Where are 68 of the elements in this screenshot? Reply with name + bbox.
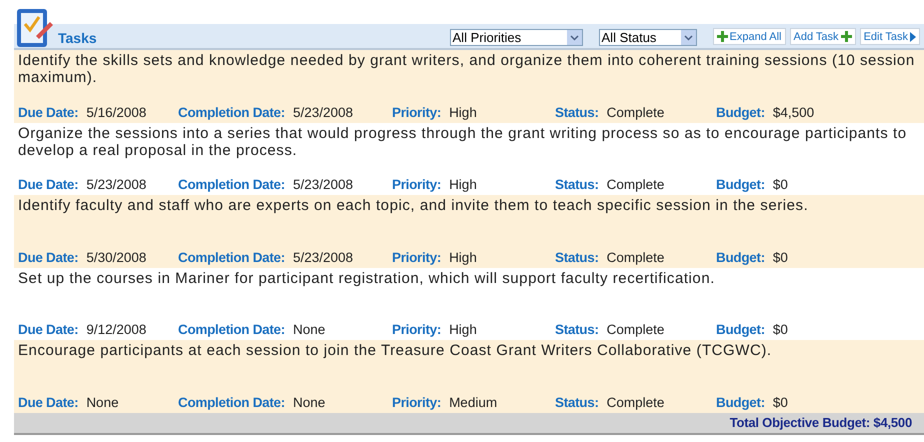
- filter-dropdown[interactable]: All Priorities: [450, 29, 583, 46]
- field-label: Status:: [555, 104, 599, 120]
- field-label: Due Date:: [18, 177, 78, 192]
- field-label: Completion Date:: [178, 250, 285, 264]
- field-value: High: [449, 104, 477, 120]
- field-value: None: [292, 322, 326, 337]
- field-label: Budget:: [716, 322, 765, 337]
- plus-icon: [716, 31, 728, 42]
- field-label: Budget:: [716, 104, 765, 120]
- field-value: None: [86, 394, 119, 410]
- field-label: Due Date:: [18, 322, 78, 337]
- total-budget: Total Objective Budget: $4,500: [730, 415, 912, 430]
- checklist-icon: [14, 6, 56, 50]
- task-description: Identify faculty and staff who are experts on each topic, and invite them to teach specific session in the series.: [18, 197, 810, 214]
- field-value: Complete: [606, 394, 664, 410]
- field-label: Status:: [555, 177, 599, 192]
- arrow-right-icon: [910, 32, 916, 42]
- toolbar-button[interactable]: Add Task: [790, 28, 856, 45]
- field-label: Budget:: [716, 250, 765, 264]
- field-value: 9/12/2008: [86, 322, 146, 337]
- field-label: Completion Date:: [178, 394, 285, 410]
- field-value: 5/16/2008: [86, 104, 146, 120]
- field-label: Budget:: [716, 177, 765, 192]
- field-label: Due Date:: [18, 250, 78, 264]
- plus-icon: [840, 31, 852, 42]
- field-label: Due Date:: [18, 394, 78, 410]
- task-description: Set up the courses in Mariner for participant registration, which will support faculty recertification.: [18, 270, 716, 286]
- field-value: Complete: [606, 250, 664, 264]
- field-value: 5/23/2008: [292, 104, 354, 120]
- field-value: None: [292, 394, 326, 410]
- field-label: Priority:: [392, 250, 442, 264]
- field-value: Complete: [606, 322, 664, 337]
- field-value: $4,500: [772, 104, 814, 120]
- field-label: Completion Date:: [178, 177, 285, 192]
- field-value: 5/30/2008: [86, 250, 146, 264]
- field-value: $0: [772, 322, 788, 337]
- field-label: Status:: [555, 394, 599, 410]
- task-description: Encourage participants at each session to join the Treasure Coast Grant Writers Collaborative (TCGWC).: [18, 342, 773, 359]
- field-label: Status:: [555, 322, 599, 337]
- filter-dropdown[interactable]: All Status: [598, 29, 697, 46]
- field-label: Priority:: [392, 394, 442, 410]
- field-label: Priority:: [392, 322, 442, 337]
- field-label: Completion Date:: [178, 322, 285, 337]
- field-value: High: [449, 177, 477, 192]
- field-label: Due Date:: [18, 104, 78, 120]
- field-value: $0: [772, 177, 788, 192]
- field-label: Status:: [555, 250, 599, 264]
- chevron-down-icon: [566, 30, 582, 45]
- field-value: 5/23/2008: [292, 177, 354, 192]
- tasks-title: Tasks: [58, 30, 97, 46]
- field-label: Completion Date:: [178, 104, 285, 120]
- field-label: Priority:: [392, 104, 442, 120]
- field-value: Complete: [606, 177, 664, 192]
- toolbar-button[interactable]: Edit Task: [860, 28, 920, 45]
- field-label: Budget:: [716, 394, 765, 410]
- task-description: Identify the skills sets and knowledge needed by grant writers, and organize them into coherent training sessions (10 session maximum).: [18, 52, 916, 86]
- field-label: Priority:: [392, 177, 442, 192]
- task-description: Organize the sessions into a series that would progress through the grant writing process so as to encourage participants to develop a real proposal in the process.: [18, 124, 908, 158]
- field-value: High: [449, 250, 477, 264]
- field-value: $0: [772, 250, 788, 264]
- field-value: High: [449, 322, 477, 337]
- field-value: 5/23/2008: [292, 250, 354, 264]
- field-value: Complete: [606, 104, 664, 120]
- field-value: Medium: [449, 394, 498, 410]
- toolbar-button[interactable]: Expand All: [712, 28, 786, 45]
- chevron-down-icon: [680, 30, 696, 45]
- field-value: 5/23/2008: [86, 177, 146, 192]
- field-value: $0: [772, 394, 788, 410]
